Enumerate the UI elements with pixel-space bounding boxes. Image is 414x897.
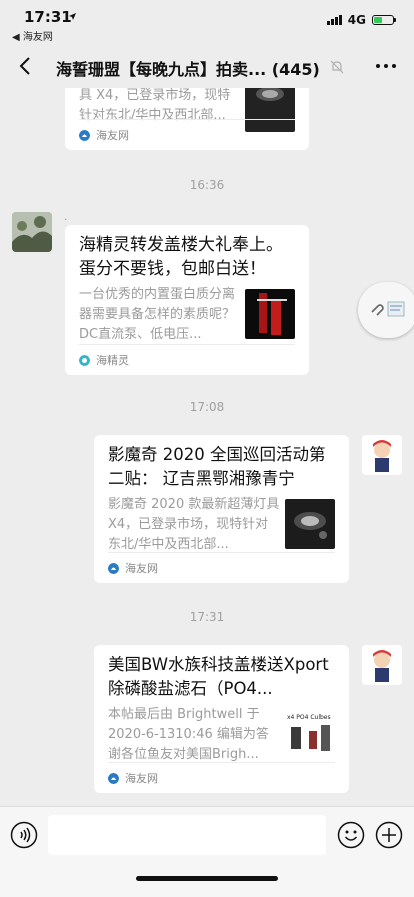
haiyou-logo-icon (108, 772, 119, 784)
back-chevron-icon[interactable] (14, 54, 38, 78)
svg-text:x4 PO4 Culbes: x4 PO4 Culbes (287, 714, 331, 721)
card-thumbnail: x4 PO4 Culbes (285, 709, 335, 759)
message-input[interactable] (48, 815, 326, 855)
card-desc: 本帖最后由 Brightwell 于 2020-6-1310:46 编辑为答谢各… (108, 707, 269, 762)
status-bar: 17:31 ◀ 海友网 4G (0, 0, 414, 44)
card-source: 海友网 (108, 552, 335, 583)
avatar[interactable] (12, 212, 52, 252)
avatar[interactable] (362, 435, 402, 475)
message-timestamp: 17:31 (189, 610, 225, 624)
card-title: 影魔奇 2020 全国巡回活动第二贴： 辽吉黑鄂湘豫青宁 (108, 445, 326, 488)
paperclip-icon (371, 301, 405, 317)
home-indicator[interactable] (136, 876, 278, 881)
link-card[interactable]: 影魔奇 2020 全国巡回活动第二贴： 辽吉黑鄂湘豫青宁 影魔奇 2020 款最… (94, 435, 349, 583)
message-list[interactable]: 具 X4，已登录市场，现特 针对东北/华中及西北部... 海友网 16:36 .… (0, 88, 414, 806)
status-indicators: 4G (326, 13, 396, 27)
link-card[interactable]: 美国BW水族科技盖楼送Xport除磷酸盐滤石（PO4... 本帖最后由 Brig… (94, 645, 349, 793)
haiyou-logo-icon (79, 129, 90, 141)
card-source: 海精灵 (79, 344, 295, 375)
status-time: 17:31 (24, 8, 72, 26)
card-title: 海精灵转发盖楼大礼奉上。蛋分不要钱，包邮白送！ (79, 235, 283, 279)
haijingling-logo-icon (79, 354, 90, 366)
link-card[interactable]: 具 X4，已登录市场，现特 针对东北/华中及西北部... 海友网 (65, 88, 309, 150)
voice-input-icon[interactable] (10, 821, 38, 849)
haiyou-logo-icon (108, 562, 119, 574)
chat-header: 海誓珊盟【每晚九点】拍卖... (445) (0, 44, 414, 88)
plus-icon[interactable] (375, 821, 403, 849)
location-arrow-icon (69, 13, 76, 20)
message-timestamp: 17:08 (189, 400, 225, 414)
card-thumbnail (285, 499, 335, 549)
card-title: 美国BW水族科技盖楼送Xport除磷酸盐滤石（PO4... (108, 655, 329, 698)
back-to-app-link[interactable]: ◀ 海友网 (12, 28, 53, 43)
mute-bell-icon (330, 60, 344, 74)
battery-icon (372, 15, 396, 25)
card-thumbnail (245, 289, 295, 339)
link-card[interactable]: 海精灵转发盖楼大礼奉上。蛋分不要钱，包邮白送！ 一台优秀的内置蛋白质分离器需要具… (65, 225, 309, 375)
card-desc: 影魔奇 2020 款最新超薄灯具 X4，已登录市场，现特针对东北/华中及西北部.… (108, 497, 280, 552)
floating-link-button[interactable] (358, 282, 414, 338)
avatar[interactable] (362, 645, 402, 685)
card-source: 海友网 (108, 762, 335, 793)
emoji-icon[interactable] (337, 821, 365, 849)
network-type: 4G (347, 13, 366, 27)
card-source: 海友网 (79, 119, 295, 150)
signal-icon (326, 15, 342, 25)
card-desc: 一台优秀的内置蛋白质分离器需要具备怎样的素质呢？DC直流泵、低电压... (79, 287, 236, 342)
message-timestamp: 16:36 (189, 178, 225, 192)
more-options-icon[interactable] (376, 64, 396, 68)
input-bar (0, 806, 414, 897)
chat-title: 海誓珊盟【每晚九点】拍卖... (445) (56, 60, 320, 79)
sender-name: . (64, 210, 68, 223)
